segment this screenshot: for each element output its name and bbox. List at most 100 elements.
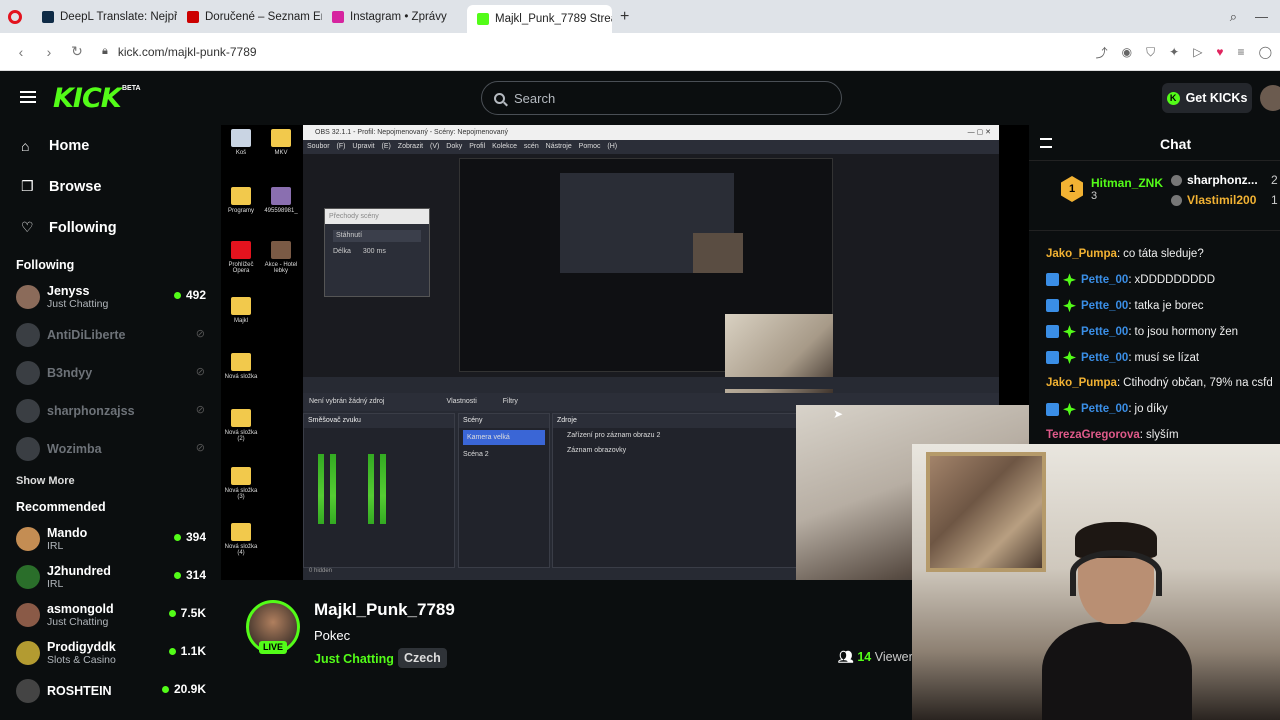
channel-list-item[interactable]: sharphonzajss ⊘ (0, 392, 220, 430)
desktop-icon[interactable]: Nová složka (2) (221, 409, 261, 442)
heart-icon[interactable]: ♥ (1216, 45, 1223, 59)
chat-title: Chat (1160, 136, 1192, 152)
browser-tab[interactable]: Instagram • Zprávy (322, 0, 467, 33)
obs-status (303, 377, 999, 389)
channel-list-item[interactable]: Prodigyddk Slots & Casino 1.1K (0, 634, 220, 672)
chat-username[interactable]: Pette_00 (1081, 403, 1128, 415)
sidebar-item-browse[interactable]: ❒ Browse (0, 166, 220, 207)
get-kicks-button[interactable]: K Get KICKs (1162, 83, 1252, 113)
source-item: Zařízení pro záznam obrazu 2 (567, 432, 661, 439)
chat-text: slyším (1145, 429, 1179, 442)
channel-list-item[interactable]: asmongold Just Chatting 7.5K (0, 596, 220, 634)
chat-username[interactable]: Pette_00 (1081, 300, 1128, 312)
minimize-icon[interactable]: — (1255, 9, 1268, 24)
forward-icon[interactable]: › (42, 44, 56, 60)
adblock-icon[interactable]: ⛉ (1146, 45, 1155, 60)
browser-tab[interactable]: DeepL Translate: Nejpřesn (32, 0, 177, 33)
collapse-chat-icon[interactable] (1040, 138, 1052, 148)
desktop-icon[interactable]: Prohlížeč Opera (221, 241, 261, 274)
vip-badge-icon (1046, 325, 1059, 339)
new-tab-button[interactable]: + (620, 8, 629, 26)
webcam-overlay (912, 444, 1280, 720)
gifter-row[interactable]: sharphonz... 2 (1171, 173, 1278, 187)
address-bar: ‹ › ↻ 🔒︎ kick.com/majkl-punk-7789 ⤴ ◉ ⛉ … (0, 33, 1280, 71)
user-avatar[interactable] (1260, 85, 1280, 111)
chat-username[interactable]: Jako_Pumpa (1046, 248, 1117, 260)
browser-tab[interactable]: Majkl_Punk_7789 Stream (467, 5, 612, 33)
desktop-icon[interactable]: Nová složka (221, 353, 261, 380)
url-field[interactable]: kick.com/majkl-punk-7789 (118, 45, 257, 59)
chat-username[interactable]: TerezaGregorova (1046, 429, 1140, 441)
live-badge: LIVE (259, 641, 287, 654)
play-icon[interactable]: ▷ (1193, 45, 1202, 59)
reload-icon[interactable]: ↻ (70, 43, 84, 60)
back-icon[interactable]: ‹ (14, 44, 28, 60)
desktop-icon[interactable]: MKV (261, 129, 301, 156)
stream-category[interactable]: Just Chatting (314, 652, 394, 666)
sidebar-item-following[interactable]: ♡ Following (0, 207, 220, 248)
folder-icon (271, 241, 291, 259)
chat-username[interactable]: Pette_00 (1081, 352, 1128, 364)
desktop-icon[interactable]: Nová složka (4) (221, 523, 261, 556)
desktop-icon[interactable]: Koš (221, 129, 261, 156)
chat-username[interactable]: Pette_00 (1081, 274, 1128, 286)
chat-username[interactable]: Pette_00 (1081, 326, 1128, 338)
tab-search-icon[interactable]: ⌕ (1230, 9, 1237, 25)
show-more-button[interactable]: Show More (0, 468, 220, 494)
search-input[interactable]: Search (481, 81, 842, 115)
desktop-icon[interactable]: Programy (221, 187, 261, 214)
menu-icon[interactable]: ≡ (1238, 45, 1245, 59)
channel-list-item[interactable]: ROSHTEIN 20.9K (0, 672, 220, 710)
gifter-row[interactable]: Vlastimil200 1 (1171, 193, 1278, 207)
channel-name: AntiDiLiberte (47, 328, 126, 342)
video-player[interactable]: Koš MKV Programy 495598981_ Prohlížeč Opera A… (221, 125, 1029, 580)
snapshot-icon[interactable]: ◉ (1122, 45, 1132, 59)
channel-name[interactable]: Majkl_Punk_7789 (314, 600, 455, 620)
channel-list-item[interactable]: AntiDiLiberte ⊘ (0, 316, 220, 354)
channel-list-item[interactable]: J2hundred IRL 314 (0, 558, 220, 596)
mixer-meter-2 (330, 454, 336, 524)
chat-text: Ctihodný občan, 79% na csfd (1123, 377, 1273, 390)
top-gifter[interactable]: 1 Hitman_ZNK 3 (1061, 176, 1163, 202)
viewer-count-value: 14 (857, 650, 872, 664)
duration-label: Délka (333, 248, 351, 255)
language-tag[interactable]: Czech (398, 648, 447, 668)
chat-username[interactable]: Jako_Pumpa (1046, 377, 1117, 389)
channel-list-item[interactable]: Mando IRL 394 (0, 520, 220, 558)
channel-category: Just Chatting (47, 616, 109, 628)
profile-icon[interactable]: ◯ (1259, 45, 1272, 59)
desktop-icon[interactable]: Nová složka (3) (221, 467, 261, 500)
chat-colon: : (1128, 325, 1132, 338)
channel-list-item[interactable]: Jenyss Just Chatting 492 (0, 278, 220, 316)
desktop-icon[interactable]: Akce - Hotel lebky (261, 241, 301, 274)
sidebar-item-home[interactable]: ⌂ Home (0, 125, 220, 166)
tab-label: Majkl_Punk_7789 Stream (495, 13, 612, 25)
mixer-meter-3 (368, 454, 374, 524)
chat-colon: : (1116, 247, 1121, 260)
channel-text: ROSHTEIN (47, 684, 112, 698)
desktop-icon[interactable]: 495598981_ (261, 187, 301, 214)
chat-header: Chat (1029, 125, 1280, 161)
chat-message: Pette_00: musí se lízat (1029, 345, 1280, 371)
top-gifter-name: Hitman_ZNK (1091, 176, 1164, 190)
browser-tab[interactable]: Doručené – Seznam Email (177, 0, 322, 33)
hamburger-menu-icon[interactable] (20, 91, 36, 103)
kick-logo[interactable]: KICK (53, 83, 122, 114)
desktop-icon-label: Nová složka (3) (224, 488, 258, 500)
channel-list-item[interactable]: Wozimba ⊘ (0, 430, 220, 468)
lock-icon[interactable]: 🔒︎ (102, 45, 108, 58)
channel-viewers: 492 (174, 288, 206, 302)
channel-list-item[interactable]: B3ndyy ⊘ (0, 354, 220, 392)
opera-logo-icon[interactable] (8, 9, 22, 24)
desktop-icon-label: Nová složka (224, 374, 258, 380)
channel-category: IRL (47, 578, 64, 590)
rank-badge-icon: 1 (1061, 176, 1083, 202)
extension-icon[interactable]: ✦ (1169, 45, 1179, 59)
recommended-list: Mando IRL 394 J2hundred IRL 314 asmongold Just … (0, 520, 220, 710)
desktop-icon[interactable]: Majkl (221, 297, 261, 324)
chat-text: musí se lízat (1134, 351, 1200, 364)
scenes-title: Scény (459, 414, 549, 428)
folder-icon (231, 129, 251, 147)
channel-avatar (16, 437, 40, 461)
share-icon[interactable]: ⤴ (1096, 44, 1108, 61)
